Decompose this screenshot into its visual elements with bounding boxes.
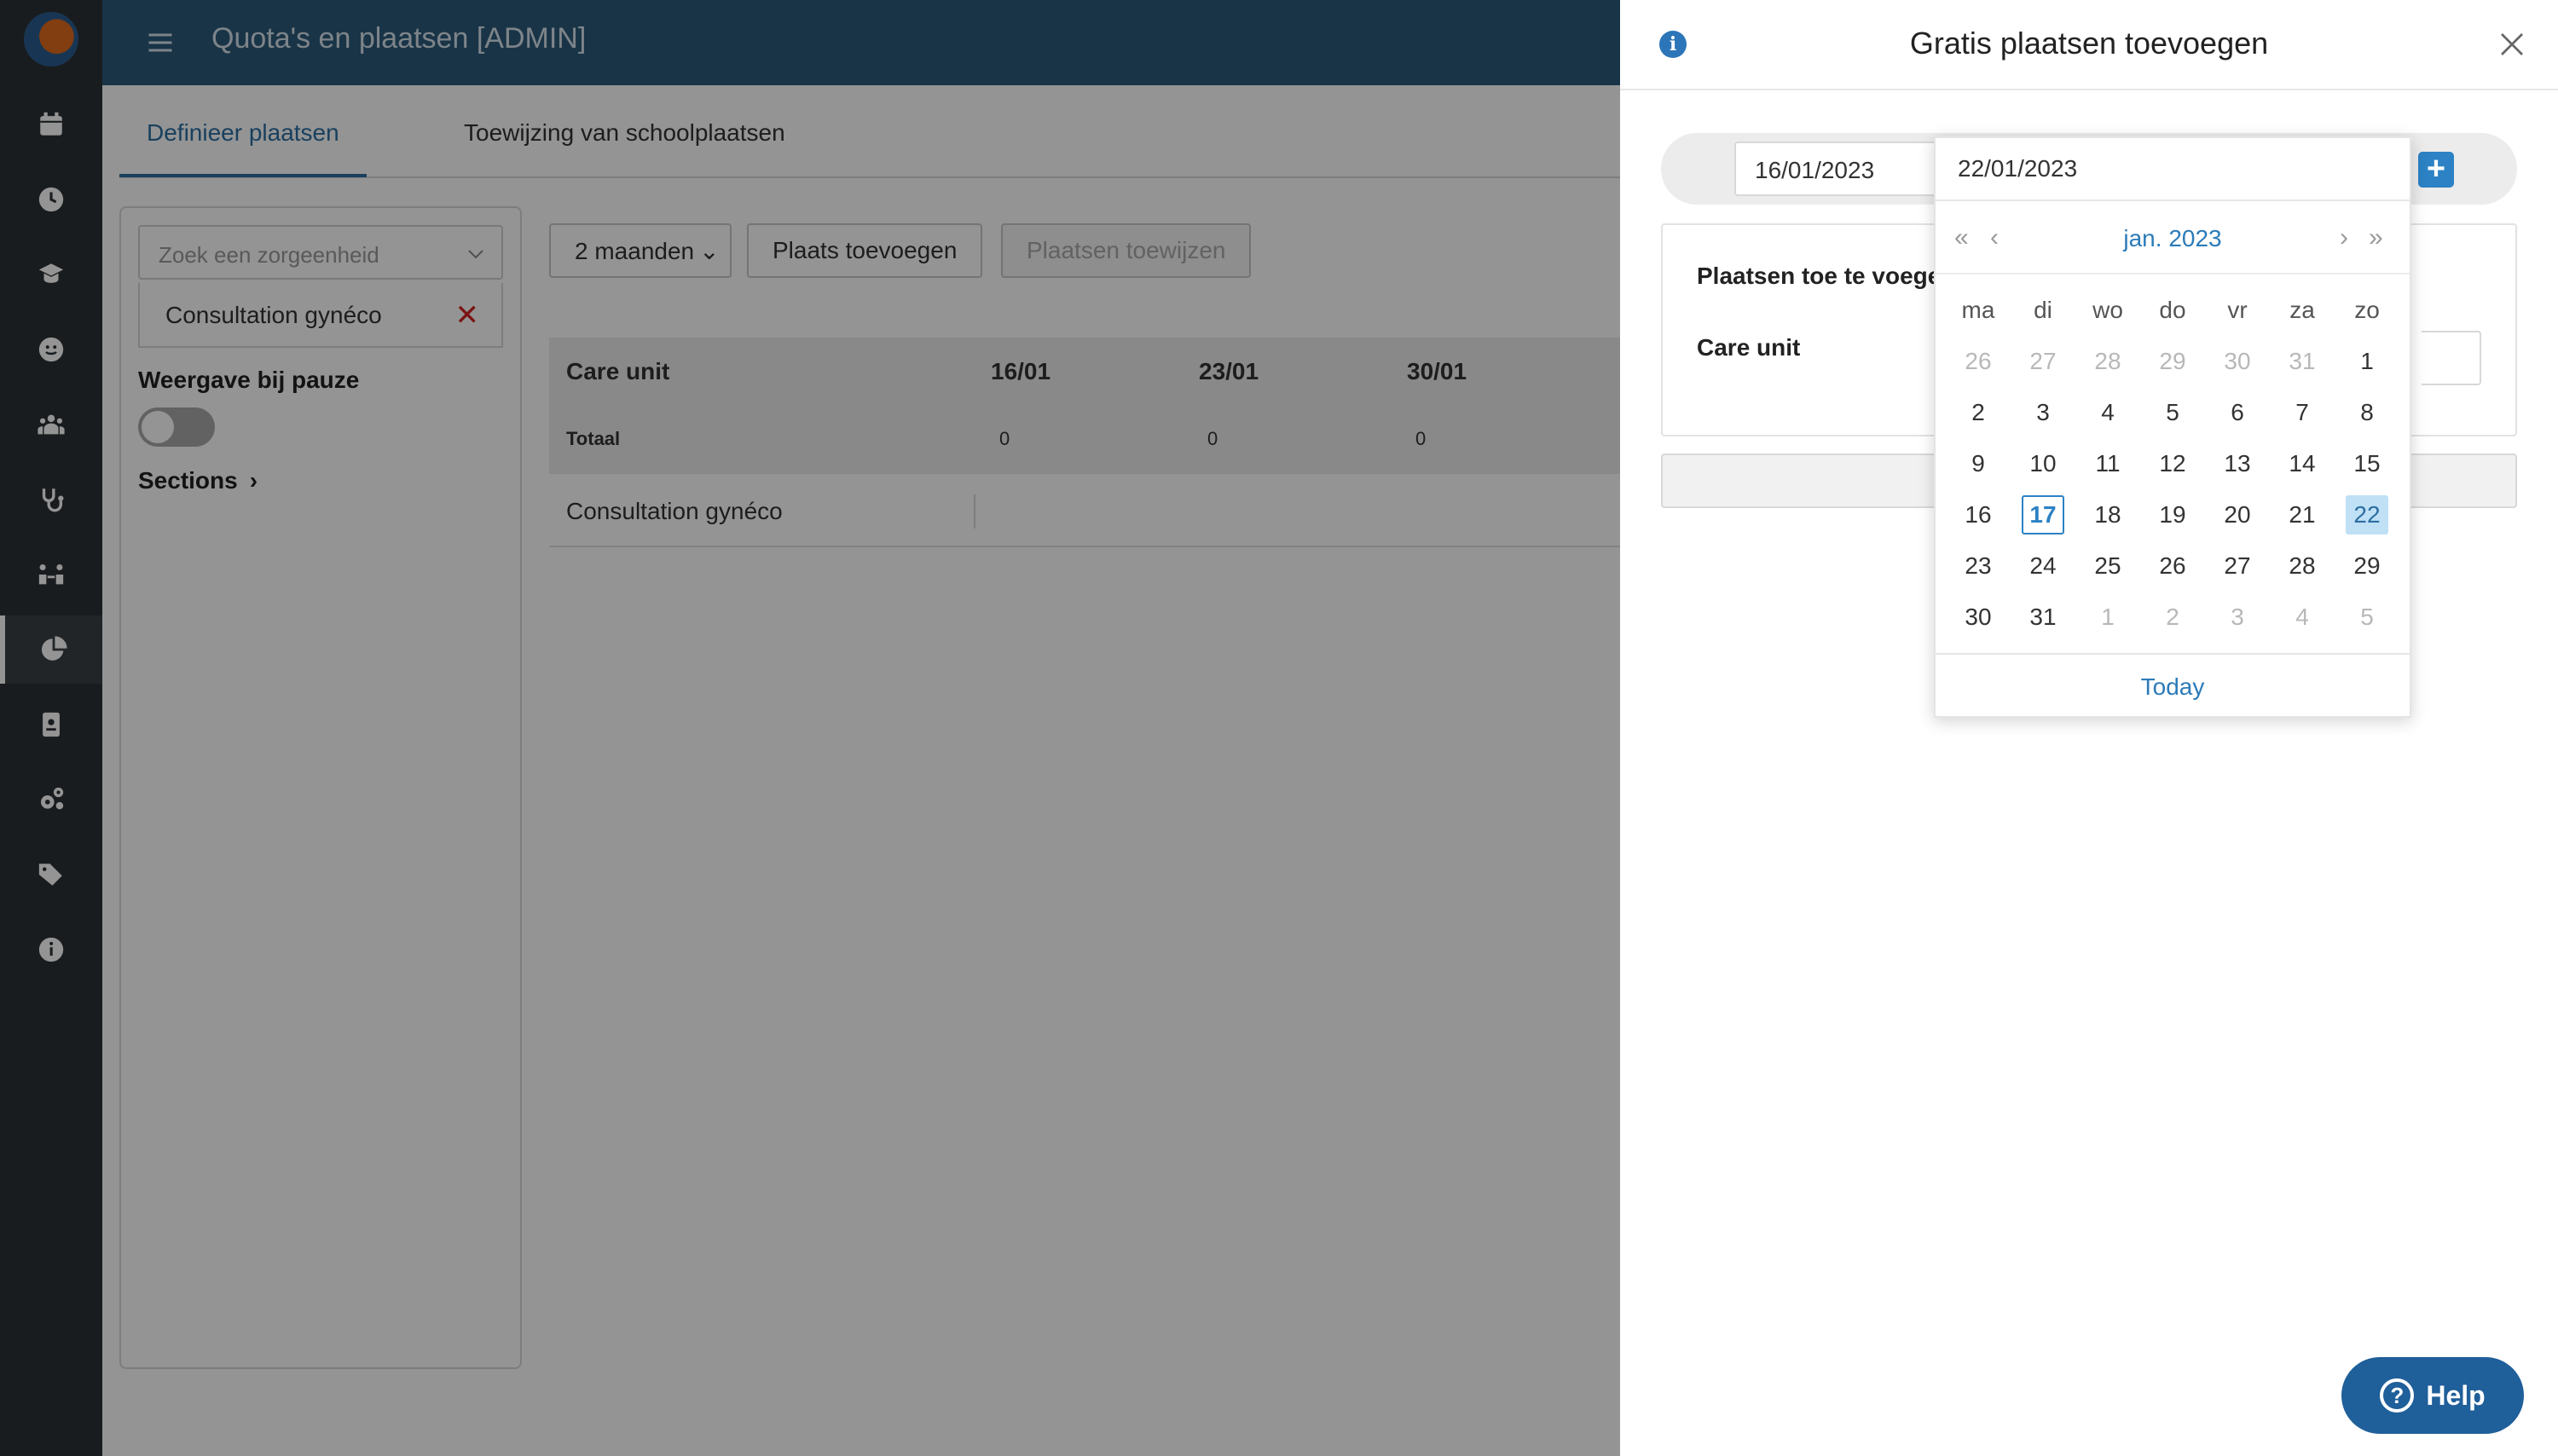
calendar-day[interactable]: 5 (2336, 592, 2398, 643)
weekday-label: za (2289, 297, 2315, 323)
help-button[interactable]: ? Help (2341, 1357, 2524, 1434)
weekday-label: wo (2092, 297, 2123, 323)
next-month-icon[interactable]: › (2340, 223, 2348, 252)
month-label[interactable]: jan. 2023 (1936, 225, 2410, 252)
calendar-day[interactable]: 6 (2207, 387, 2268, 438)
calendar-day[interactable]: 24 (2012, 540, 2074, 592)
calendar-day[interactable]: 14 (2272, 438, 2333, 489)
calendar-day[interactable]: 25 (2077, 540, 2138, 592)
weekday-label: do (2159, 297, 2186, 323)
calendar-day-today[interactable]: 17 (2012, 489, 2074, 540)
end-date-input[interactable]: 22/01/2023 (1936, 138, 2410, 201)
app-stage: { "header": { "title": "Quota's en plaat… (0, 0, 2558, 1456)
calendar-nav: « ‹ jan. 2023 › » (1936, 206, 2410, 274)
care-unit-field[interactable] (2422, 331, 2481, 385)
calendar-day[interactable]: 15 (2336, 438, 2398, 489)
weekday-label: ma (1961, 297, 1995, 323)
calendar-day[interactable]: 29 (2336, 540, 2398, 592)
calendar-day[interactable]: 31 (2012, 592, 2074, 643)
calendar-week: 9 10 11 12 13 14 15 (1947, 438, 2398, 489)
calendar-day[interactable]: 21 (2272, 489, 2333, 540)
calendar-day[interactable]: 31 (2272, 336, 2333, 387)
weekday-label: zo (2354, 297, 2380, 323)
places-to-add-label: Plaatsen toe te voegen (1697, 263, 1956, 289)
close-icon[interactable] (2497, 29, 2527, 60)
weekday-header: ma di wo do vr za zo (1947, 285, 2398, 336)
calendar-week: 26 27 28 29 30 31 1 (1947, 336, 2398, 387)
calendar-day[interactable]: 7 (2272, 387, 2333, 438)
calendar-day[interactable]: 5 (2142, 387, 2203, 438)
calendar-day[interactable]: 16 (1947, 489, 2009, 540)
calendar-day[interactable]: 20 (2207, 489, 2268, 540)
calendar-day[interactable]: 27 (2207, 540, 2268, 592)
calendar-week: 16 17 18 19 20 21 22 (1947, 489, 2398, 540)
calendar-day[interactable]: 23 (1947, 540, 2009, 592)
calendar-day[interactable]: 29 (2142, 336, 2203, 387)
calendar-week: 2 3 4 5 6 7 8 (1947, 387, 2398, 438)
calendar-day[interactable]: 26 (1947, 336, 2009, 387)
care-unit-label: Care unit (1697, 334, 1801, 361)
calendar-day[interactable]: 30 (1947, 592, 2009, 643)
drawer-title: Gratis plaatsen toevoegen (1909, 26, 2269, 61)
drawer-header: i Gratis plaatsen toevoegen (1620, 0, 2558, 90)
calendar-day[interactable]: 1 (2077, 592, 2138, 643)
weekday-label: di (2034, 297, 2052, 323)
calendar-day[interactable]: 11 (2077, 438, 2138, 489)
add-range-plus-icon[interactable]: + (2418, 152, 2454, 188)
calendar-day[interactable]: 28 (2272, 540, 2333, 592)
selected-day-label: 22 (2346, 495, 2388, 534)
calendar-day-selected[interactable]: 22 (2336, 489, 2398, 540)
calendar-day[interactable]: 3 (2207, 592, 2268, 643)
calendar-day[interactable]: 4 (2077, 387, 2138, 438)
today-link[interactable]: Today (1936, 653, 2410, 718)
calendar-day[interactable]: 9 (1947, 438, 2009, 489)
date-picker-popup: 22/01/2023 « ‹ jan. 2023 › » ma di wo do… (1934, 136, 2411, 718)
start-date-input[interactable]: 16/01/2023 (1734, 142, 1956, 196)
calendar-day[interactable]: 12 (2142, 438, 2203, 489)
calendar-day[interactable]: 1 (2336, 336, 2398, 387)
today-day-label: 17 (2022, 495, 2064, 534)
calendar-day[interactable]: 30 (2207, 336, 2268, 387)
calendar-day[interactable]: 13 (2207, 438, 2268, 489)
calendar-day[interactable]: 4 (2272, 592, 2333, 643)
modal-backdrop[interactable] (0, 0, 1620, 1456)
calendar-day[interactable]: 3 (2012, 387, 2074, 438)
calendar-day[interactable]: 10 (2012, 438, 2074, 489)
calendar-day[interactable]: 26 (2142, 540, 2203, 592)
next-year-icon[interactable]: » (2369, 223, 2383, 252)
calendar-day[interactable]: 2 (1947, 387, 2009, 438)
help-label: Help (2426, 1379, 2486, 1411)
calendar-day[interactable]: 18 (2077, 489, 2138, 540)
calendar-day[interactable]: 27 (2012, 336, 2074, 387)
question-circle-icon: ? (2380, 1378, 2415, 1413)
calendar-week: 23 24 25 26 27 28 29 (1947, 540, 2398, 592)
weekday-label: vr (2227, 297, 2248, 323)
calendar-day[interactable]: 8 (2336, 387, 2398, 438)
calendar-day[interactable]: 28 (2077, 336, 2138, 387)
calendar-day[interactable]: 2 (2142, 592, 2203, 643)
calendar-day[interactable]: 19 (2142, 489, 2203, 540)
calendar-week: 30 31 1 2 3 4 5 (1947, 592, 2398, 643)
